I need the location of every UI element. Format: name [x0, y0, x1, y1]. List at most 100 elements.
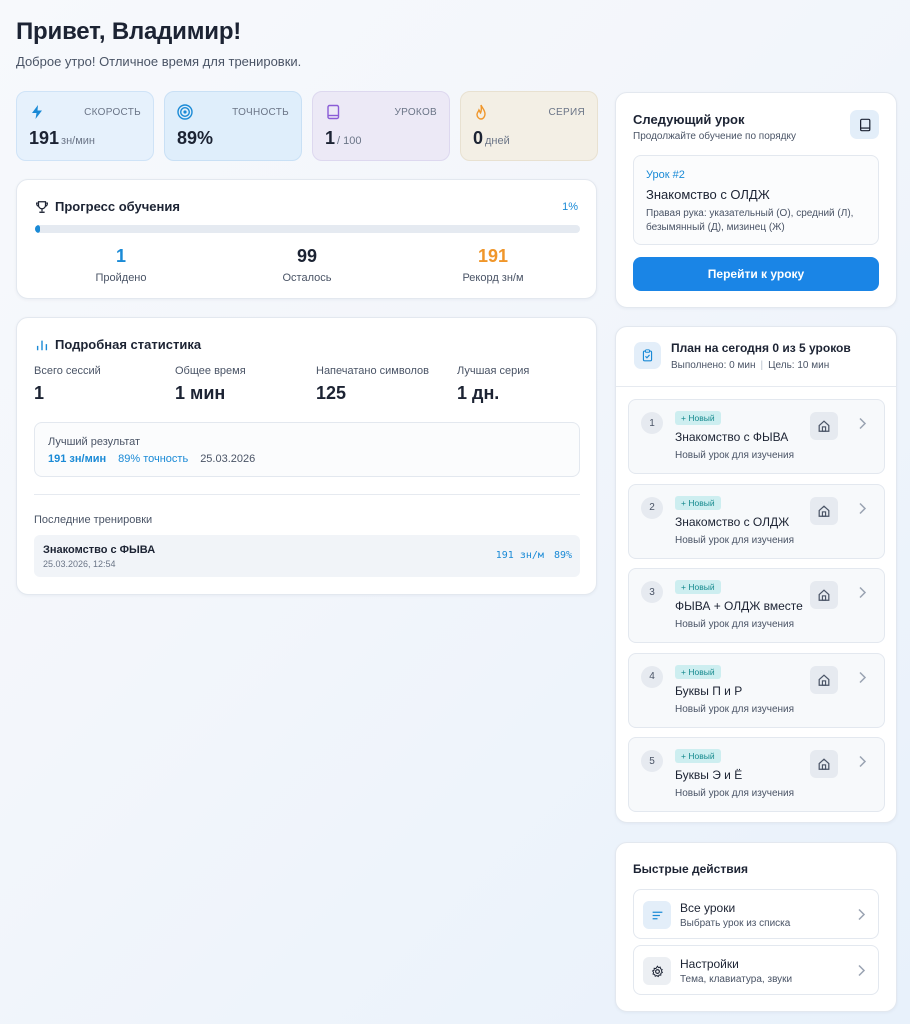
metric-best-streak: Лучшая серия 1 дн. [457, 365, 529, 404]
plan-item-name: ФЫВА + ОЛДЖ вместе [675, 599, 803, 613]
chevron-right-icon [859, 417, 867, 430]
remaining-label: Осталось [282, 272, 332, 284]
metric-time-value: 1 мин [175, 383, 226, 403]
new-badge: + Новый [675, 664, 721, 679]
quick-actions-title: Быстрые действия [633, 862, 748, 876]
daily-plan-card: План на сегодня 0 из 5 уроков Выполнено:… [615, 326, 897, 823]
completed-value: 1 [115, 246, 126, 266]
lightning-icon [32, 105, 42, 119]
stat-speed-value: 191 зн/мин [29, 128, 96, 148]
stat-streak: СЕРИЯ 0 дней [460, 91, 598, 161]
plan-item[interactable]: 1 + Новый Знакомство с ФЫВА Новый урок для … [628, 399, 885, 474]
progress-title-row: Прогресс обучения [35, 199, 180, 214]
chevron-right-icon [859, 755, 867, 768]
stat-lessons: УРОКОВ 1/ 100 [312, 91, 450, 161]
plan-item-number: 5 [641, 750, 663, 772]
recent-name: Знакомство с ФЫВА [43, 544, 156, 556]
plan-item-name: Буквы Э и Ё [675, 768, 743, 782]
progress-completed: 1 Пройдено [51, 246, 191, 284]
plan-item[interactable]: 4 + Новый Буквы П и Р Новый урок для изучен… [628, 652, 885, 728]
plan-goal: Цель: 10 мин [768, 360, 830, 371]
next-lesson-box: Урок #2 Знакомство с ОЛДЖ Правая рука: у… [633, 155, 879, 245]
all-lessons-label: Все уроки [680, 901, 736, 915]
plan-item-subtitle: Новый урок для изучения [675, 703, 795, 715]
next-lesson-title: Следующий урок [633, 112, 745, 127]
next-lesson-description: Правая рука: указательный (О), средний (… [646, 208, 854, 233]
chevron-right-icon [859, 586, 867, 599]
remaining-value: 99 [296, 246, 318, 266]
home-row-icon [810, 665, 838, 694]
quick-actions-card: Быстрые действия Все уроки Выбрать урок … [615, 842, 897, 1012]
plan-item-number: 3 [641, 581, 663, 603]
next-lesson-number: Урок #2 [646, 169, 685, 181]
plan-item[interactable]: 3 + Новый ФЫВА + ОЛДЖ вместе Новый урок для… [628, 568, 885, 643]
metric-time-label: Общее время [175, 365, 246, 377]
recent-training-item[interactable]: Знакомство с ФЫВА 25.03.2026, 12:54 191 … [34, 535, 580, 577]
metric-sessions-label: Всего сессий [34, 365, 101, 377]
book-icon [850, 110, 879, 139]
best-result-box: Лучший результат 191 зн/мин 89% точность… [34, 422, 580, 477]
plan-item[interactable]: 2 + Новый Знакомство с ОЛДЖ Новый урок для … [628, 483, 885, 559]
metric-chars: Напечатано символов 125 [316, 365, 429, 404]
clipboard-check-icon [634, 342, 661, 369]
settings-desc: Тема, клавиатура, звуки [680, 974, 793, 985]
chevron-right-icon [859, 502, 867, 514]
metric-sessions-value: 1 [34, 383, 45, 403]
home-row-icon [810, 412, 838, 440]
divider [34, 494, 580, 495]
plan-item-number: 1 [641, 412, 663, 434]
flame-icon [476, 104, 486, 120]
metric-time: Общее время 1 мин [175, 365, 246, 404]
best-accuracy: 89% точность [118, 453, 189, 465]
stat-lessons-label: УРОКОВ [394, 107, 437, 118]
settings-action[interactable]: Настройки Тема, клавиатура, звуки [633, 945, 879, 995]
plan-item-name: Буквы П и Р [675, 683, 743, 698]
best-result-label: Лучший результат [48, 436, 141, 448]
all-lessons-action[interactable]: Все уроки Выбрать урок из списка [633, 889, 879, 939]
recent-date: 25.03.2026, 12:54 [43, 559, 116, 569]
best-speed: 191 зн/мин [48, 453, 107, 465]
go-to-lesson-button[interactable]: Перейти к уроку [633, 257, 879, 291]
stat-speed: СКОРОСТЬ 191 зн/мин [16, 91, 154, 161]
chevron-right-icon [858, 908, 866, 921]
progress-remaining: 99 Осталось [237, 246, 377, 284]
record-label: Рекорд зн/м [462, 272, 524, 284]
stat-lessons-value: 1/ 100 [325, 128, 362, 148]
home-row-icon [810, 581, 838, 609]
next-lesson-name: Знакомство с ОЛДЖ [646, 187, 770, 202]
stat-speed-label: СКОРОСТЬ [84, 107, 141, 118]
completed-label: Пройдено [95, 272, 147, 284]
plan-item[interactable]: 5 + Новый Буквы Э и Ё Новый урок для изучен… [628, 737, 885, 812]
details-title: Подробная статистика [55, 337, 202, 352]
chevron-right-icon [858, 964, 866, 977]
plan-item-subtitle: Новый урок для изучения [675, 619, 795, 630]
progress-title: Прогресс обучения [55, 199, 180, 214]
metric-best-streak-value: 1 дн. [457, 383, 500, 403]
plan-done: Выполнено: 0 мин [671, 360, 756, 371]
recent-speed: 191 зн/м [495, 550, 544, 561]
plan-item-number: 4 [641, 665, 663, 688]
plan-item-number: 2 [641, 496, 663, 519]
record-value: 191 [477, 246, 509, 266]
plan-title: План на сегодня 0 из 5 уроков [671, 341, 851, 355]
details-title-row: Подробная статистика [35, 337, 201, 352]
metric-sessions: Всего сессий 1 [34, 365, 101, 404]
next-lesson-subtitle: Продолжайте обучение по порядку [633, 131, 796, 142]
bar-chart-icon [36, 340, 48, 350]
metric-chars-label: Напечатано символов [316, 365, 429, 377]
metric-best-streak-label: Лучшая серия [457, 365, 530, 377]
stat-streak-label: СЕРИЯ [548, 107, 585, 118]
progress-percent: 1% [562, 201, 578, 213]
new-badge: + Новый [675, 411, 721, 425]
plan-item-subtitle: Новый урок для изучения [675, 450, 795, 461]
stat-streak-value: 0 дней [473, 128, 510, 148]
plan-item-subtitle: Новый урок для изучения [675, 534, 795, 546]
page-header: Привет, Владимир! Доброе утро! Отличное … [16, 18, 301, 69]
plan-item-subtitle: Новый урок для изучения [675, 788, 795, 799]
progress-bar-fill [35, 225, 41, 233]
list-icon [643, 901, 671, 929]
next-lesson-card: Следующий урок Продолжайте обучение по п… [615, 92, 897, 308]
gear-icon [643, 957, 671, 985]
plan-item-name: Знакомство с ФЫВА [675, 430, 789, 444]
settings-label: Настройки [680, 957, 739, 971]
